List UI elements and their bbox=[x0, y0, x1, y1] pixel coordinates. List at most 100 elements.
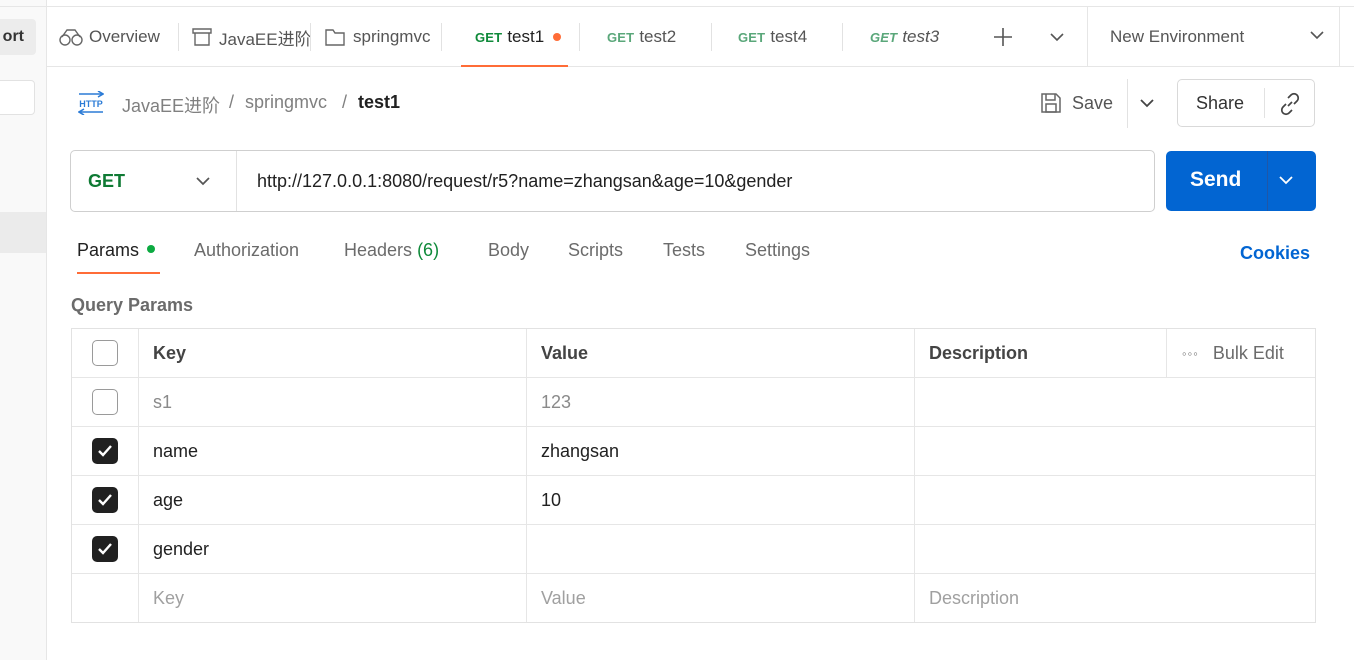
tab-collection[interactable]: JavaEE进阶 bbox=[191, 7, 311, 67]
plus-icon bbox=[994, 28, 1012, 46]
param-value-field[interactable] bbox=[527, 525, 915, 573]
select-all-cell bbox=[72, 329, 139, 377]
tab-headers[interactable]: Headers (6) bbox=[344, 240, 439, 261]
query-params-table: Key Value Description ◦◦◦ Bulk Edit s1 12… bbox=[71, 328, 1316, 623]
method-selector[interactable]: GET bbox=[71, 151, 237, 211]
tab-label: Scripts bbox=[568, 240, 624, 260]
chevron-down-icon bbox=[1140, 99, 1154, 108]
param-key-field[interactable]: gender bbox=[139, 525, 527, 573]
breadcrumb-folder[interactable]: springmvc bbox=[245, 92, 327, 113]
cookies-link[interactable]: Cookies bbox=[1240, 243, 1310, 264]
save-options-button[interactable] bbox=[1133, 88, 1161, 118]
select-all-checkbox[interactable] bbox=[92, 340, 118, 366]
unsaved-indicator bbox=[553, 33, 562, 41]
url-input[interactable]: http://127.0.0.1:8080/request/r5?name=zh… bbox=[257, 171, 792, 192]
tab-settings[interactable]: Settings bbox=[745, 240, 810, 261]
tab-label: Body bbox=[488, 240, 530, 260]
param-key-field[interactable]: name bbox=[139, 427, 527, 475]
breadcrumb-collection[interactable]: JavaEE进阶 bbox=[122, 92, 220, 118]
chevron-down-icon bbox=[1050, 33, 1064, 42]
row-checkbox[interactable] bbox=[92, 438, 118, 464]
tab-folder[interactable]: springmvc bbox=[323, 7, 442, 67]
tab-tests[interactable]: Tests bbox=[663, 240, 705, 261]
row-checkbox[interactable] bbox=[92, 487, 118, 513]
row-checkbox-cell bbox=[72, 525, 139, 573]
tab-test3[interactable]: GET test3 bbox=[856, 7, 975, 67]
tab-label: Settings bbox=[745, 240, 811, 260]
new-param-value-input[interactable]: Value bbox=[527, 574, 915, 622]
param-description-field[interactable] bbox=[915, 378, 1315, 426]
share-group: Share bbox=[1177, 79, 1315, 127]
bulk-edit-button[interactable]: ◦◦◦ Bulk Edit bbox=[1167, 329, 1315, 377]
table-row: s1 123 bbox=[72, 378, 1315, 427]
table-header-row: Key Value Description ◦◦◦ Bulk Edit bbox=[72, 329, 1315, 378]
tab-label: Authorization bbox=[194, 240, 300, 260]
tab-test2[interactable]: GET test2 bbox=[593, 7, 712, 67]
sidebar-search-input[interactable] bbox=[0, 80, 35, 115]
tab-label: test1 bbox=[507, 27, 545, 46]
param-key-field[interactable]: age bbox=[139, 476, 527, 524]
tab-label: Overview bbox=[89, 27, 160, 46]
tab-label: Params bbox=[77, 240, 140, 260]
param-description-field[interactable] bbox=[915, 427, 1315, 475]
chevron-down-icon[interactable] bbox=[1278, 169, 1294, 191]
tab-params[interactable]: Params bbox=[77, 240, 156, 261]
breadcrumb-separator: / bbox=[229, 92, 235, 112]
table-row: name zhangsan bbox=[72, 427, 1315, 476]
save-icon bbox=[1041, 93, 1061, 113]
row-checkbox-cell bbox=[72, 427, 139, 475]
tab-test4[interactable]: GET test4 bbox=[724, 7, 843, 67]
table-row-new: Key Value Description bbox=[72, 574, 1315, 622]
row-checkbox[interactable] bbox=[92, 536, 118, 562]
new-param-key-input[interactable]: Key bbox=[139, 574, 527, 622]
tab-overflow-button[interactable] bbox=[1041, 21, 1073, 53]
overview-icon bbox=[59, 25, 83, 49]
param-value-field[interactable]: 123 bbox=[527, 378, 915, 426]
tab-label: test3 bbox=[902, 27, 940, 46]
section-title: Query Params bbox=[71, 295, 194, 315]
param-description-field[interactable] bbox=[915, 525, 1315, 573]
method-label: GET bbox=[607, 29, 635, 45]
divider bbox=[1267, 151, 1268, 211]
tab-test1[interactable]: GET test1 bbox=[461, 7, 580, 67]
breadcrumb-separator: / bbox=[342, 92, 348, 112]
sidebar-selected-item[interactable] bbox=[0, 212, 46, 253]
new-param-description-input[interactable]: Description bbox=[915, 574, 1315, 622]
table-row: age 10 bbox=[72, 476, 1315, 525]
tab-body[interactable]: Body bbox=[488, 240, 529, 261]
column-header-value: Value bbox=[527, 329, 915, 377]
link-icon[interactable] bbox=[1277, 91, 1303, 117]
tab-scripts[interactable]: Scripts bbox=[568, 240, 623, 261]
row-checkbox-cell bbox=[72, 574, 139, 622]
method-label: GET bbox=[88, 171, 126, 191]
param-value-field[interactable]: 10 bbox=[527, 476, 915, 524]
divider bbox=[310, 23, 311, 51]
import-button[interactable]: ort bbox=[0, 19, 36, 55]
sidebar: ort bbox=[0, 0, 47, 660]
send-button[interactable]: Send bbox=[1166, 151, 1316, 211]
param-description-field[interactable] bbox=[915, 476, 1315, 524]
tab-bar: Overview JavaEE进阶 springmvc GET test1 GE… bbox=[47, 6, 1354, 67]
param-key-field[interactable]: s1 bbox=[139, 378, 527, 426]
share-button[interactable]: Share bbox=[1196, 93, 1244, 114]
new-tab-button[interactable] bbox=[987, 21, 1019, 53]
divider bbox=[711, 23, 712, 51]
row-checkbox-cell bbox=[72, 378, 139, 426]
save-label: Save bbox=[1072, 92, 1114, 113]
svg-text:HTTP: HTTP bbox=[79, 99, 103, 109]
divider bbox=[178, 23, 179, 51]
divider bbox=[842, 23, 843, 51]
tab-authorization[interactable]: Authorization bbox=[194, 240, 299, 261]
active-tab-indicator bbox=[77, 272, 160, 274]
environment-label: New Environment bbox=[1110, 27, 1245, 46]
save-button[interactable]: Save bbox=[1040, 86, 1113, 120]
divider bbox=[1127, 79, 1128, 128]
param-value-field[interactable]: zhangsan bbox=[527, 427, 915, 475]
breadcrumb-request-name[interactable]: test1 bbox=[358, 92, 400, 113]
headers-count: (6) bbox=[417, 240, 440, 260]
environment-selector[interactable]: New Environment bbox=[1087, 7, 1340, 67]
row-checkbox[interactable] bbox=[92, 389, 118, 415]
divider bbox=[579, 23, 580, 51]
column-header-description: Description bbox=[915, 329, 1167, 377]
tab-overview[interactable]: Overview bbox=[59, 7, 179, 67]
